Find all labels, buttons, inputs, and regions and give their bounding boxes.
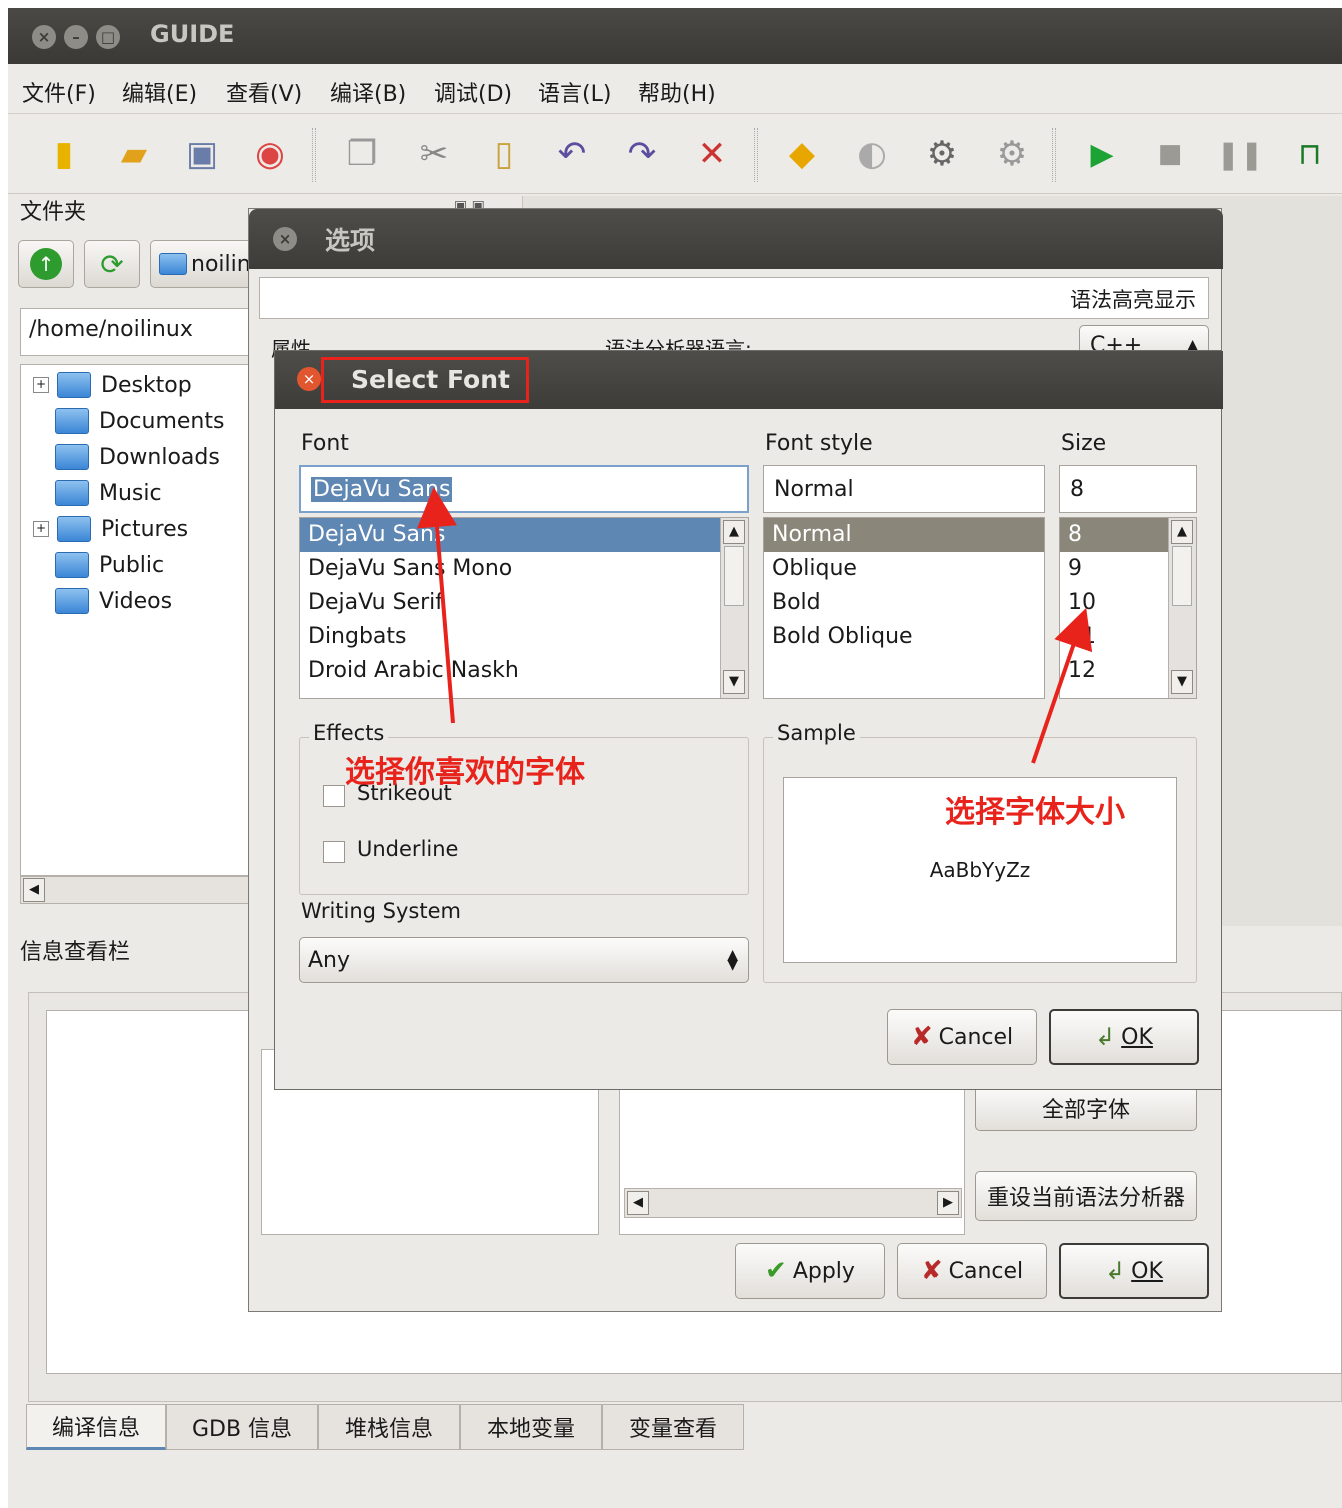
path-combo[interactable]: noilin — [150, 240, 260, 288]
scroll-left-icon[interactable]: ◀ — [23, 878, 45, 902]
gear-disabled-icon[interactable]: ⚙ — [990, 132, 1034, 176]
redo-icon[interactable]: ↷ — [620, 132, 664, 176]
window-minimize-icon[interactable]: – — [64, 25, 88, 49]
font-arrow — [417, 487, 457, 724]
all-fonts-button[interactable]: 全部字体 — [975, 1085, 1197, 1131]
sync-icon: ⟳ — [100, 247, 124, 281]
ok-label: OK — [1131, 1258, 1163, 1284]
ok-arrow-icon: ↲ — [1105, 1257, 1126, 1285]
tree-label: Documents — [99, 408, 225, 434]
path-combo-label: noilin — [191, 251, 251, 277]
tree-item-desktop[interactable]: + Desktop — [33, 367, 251, 403]
menu-help[interactable]: 帮助(H) — [638, 76, 716, 108]
tree-item-videos[interactable]: Videos — [33, 583, 251, 619]
tab-gdb-info[interactable]: GDB 信息 — [166, 1404, 318, 1450]
tree-label: Downloads — [99, 444, 220, 470]
close-icon[interactable]: × — [273, 227, 297, 251]
run-icon[interactable]: ▶ — [1080, 132, 1124, 176]
rebuild-icon[interactable]: ◐ — [850, 132, 894, 176]
folder-icon — [55, 552, 89, 578]
go-up-button[interactable]: ↑ — [18, 240, 74, 288]
menu-edit[interactable]: 编辑(E) — [122, 76, 197, 108]
expand-icon[interactable]: + — [33, 521, 49, 537]
folder-icon — [55, 480, 89, 506]
window-title: GUIDE — [150, 20, 235, 48]
menu-bar: 文件(F) 编辑(E) 查看(V) 编译(B) 调试(D) 语言(L) 帮助(H… — [8, 64, 1342, 114]
preview-hscrollbar[interactable]: ◀ ▶ — [624, 1188, 962, 1218]
tab-compile-info[interactable]: 编译信息 — [26, 1404, 166, 1450]
new-file-icon[interactable]: ▮ — [42, 132, 86, 176]
options-title-bar: × 选项 — [249, 209, 1223, 269]
toolbar-separator — [754, 128, 758, 182]
tab-watch-vars[interactable]: 变量查看 — [602, 1404, 744, 1450]
path-field[interactable]: /home/noilinux — [20, 308, 260, 356]
menu-language[interactable]: 语言(L) — [538, 76, 611, 108]
cancel-button[interactable]: ✘ Cancel — [897, 1243, 1047, 1299]
menu-build[interactable]: 编译(B) — [330, 76, 406, 108]
stop-icon[interactable]: ■ — [1148, 132, 1192, 176]
folder-icon — [55, 408, 89, 434]
undo-icon[interactable]: ↶ — [550, 132, 594, 176]
close-file-icon[interactable]: ◉ — [248, 132, 292, 176]
open-folder-icon[interactable]: ▰ — [112, 132, 156, 176]
options-title: 选项 — [325, 226, 376, 255]
tree-item-public[interactable]: Public — [33, 547, 251, 583]
folder-icon — [159, 253, 187, 275]
folder-icon — [57, 372, 91, 398]
tree-label: Public — [99, 552, 165, 578]
tab-local-vars[interactable]: 本地变量 — [460, 1404, 602, 1450]
tree-hscrollbar[interactable]: ◀ — [20, 876, 260, 904]
annotation-arrows — [417, 487, 1093, 764]
folder-icon — [55, 588, 89, 614]
check-icon: ✔ — [765, 1256, 787, 1286]
reset-parser-button[interactable]: 重设当前语法分析器 — [975, 1171, 1197, 1221]
info-panel-title: 信息查看栏 — [20, 940, 131, 965]
window-close-icon[interactable]: × — [32, 25, 56, 49]
select-font-dialog: × Select Font Font Font style Size DejaV… — [274, 350, 1223, 1090]
tools-icon[interactable]: ✕ — [690, 132, 734, 176]
scroll-left-icon[interactable]: ◀ — [627, 1191, 649, 1215]
tree-item-pictures[interactable]: + Pictures — [33, 511, 251, 547]
folder-icon — [57, 516, 91, 542]
expand-icon[interactable]: + — [33, 377, 49, 393]
step-icon[interactable]: ⊓ — [1288, 132, 1332, 176]
size-arrow — [1031, 607, 1093, 764]
menu-file[interactable]: 文件(F) — [22, 76, 96, 108]
scroll-right-icon[interactable]: ▶ — [937, 1191, 959, 1215]
tree-item-documents[interactable]: Documents — [33, 403, 251, 439]
title-bar: × – □ GUIDE — [8, 8, 1342, 64]
cancel-label: Cancel — [948, 1258, 1024, 1284]
pause-icon[interactable]: ❚❚ — [1217, 132, 1264, 176]
window-maximize-icon[interactable]: □ — [96, 25, 120, 49]
sync-button[interactable]: ⟳ — [84, 240, 140, 288]
section-header: 语法高亮显示 — [259, 277, 1209, 319]
apply-button[interactable]: ✔ Apply — [735, 1243, 885, 1299]
menu-view[interactable]: 查看(V) — [226, 76, 302, 108]
cut-icon[interactable]: ✂ — [412, 132, 456, 176]
compile-icon[interactable]: ◆ — [780, 132, 824, 176]
tree-item-music[interactable]: Music — [33, 475, 251, 511]
paste-icon[interactable]: ▯ — [482, 132, 526, 176]
toolbar-separator — [1052, 128, 1056, 182]
folder-tree[interactable]: + Desktop Documents Downloads Music + Pict… — [20, 364, 252, 876]
tab-stack-info[interactable]: 堆栈信息 — [318, 1404, 460, 1450]
cancel-x-icon: ✘ — [920, 1256, 943, 1286]
settings-gear-icon[interactable]: ⚙ — [920, 132, 964, 176]
tree-label: Music — [99, 480, 162, 506]
up-arrow-icon: ↑ — [30, 248, 62, 280]
copy-icon[interactable]: ❐ — [340, 132, 384, 176]
save-icon[interactable]: ▣ — [180, 132, 224, 176]
ok-button[interactable]: ↲ OK — [1059, 1243, 1209, 1299]
toolbar: ▮ ▰ ▣ ◉ ❐ ✂ ▯ ↶ ↷ ✕ ◆ ◐ ⚙ ⚙ ▶ ■ ❚❚ ⊓ — [8, 114, 1342, 194]
toolbar-separator — [312, 128, 316, 182]
folder-icon — [55, 444, 89, 470]
menu-debug[interactable]: 调试(D) — [434, 76, 512, 108]
folder-panel-title: 文件夹 — [20, 200, 87, 225]
tree-label: Videos — [99, 588, 173, 614]
tree-label: Pictures — [101, 516, 189, 542]
apply-label: Apply — [792, 1258, 855, 1284]
tree-item-downloads[interactable]: Downloads — [33, 439, 251, 475]
tree-label: Desktop — [101, 372, 192, 398]
